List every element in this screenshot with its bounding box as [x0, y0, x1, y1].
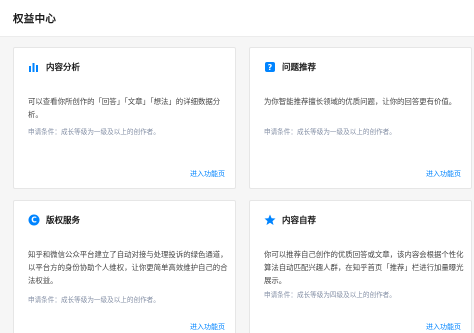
question-icon: ?: [264, 61, 276, 73]
card-title: 内容自荐: [282, 216, 317, 226]
bar-chart-icon: [28, 61, 40, 73]
header-bar: 权益中心: [0, 0, 474, 37]
card-description: 你可以推荐自己创作的优质回答或文章，该内容会根据个性化算法自动匹配兴趣人群，在知…: [264, 250, 464, 285]
star-icon: [264, 214, 276, 226]
card-condition: 申请条件：成长等级为四级及以上的创作者。: [264, 291, 396, 299]
card-description: 为你智能推荐擅长领域的优质问题，让你的回答更有价值。: [264, 97, 457, 106]
enter-feature-link[interactable]: 进入功能页: [190, 322, 225, 332]
card-question-recommend: ? 问题推荐 为你智能推荐擅长领域的优质问题，让你的回答更有价值。 申请条件：成…: [249, 47, 472, 189]
card-title: 问题推荐: [282, 63, 317, 73]
card-header: C 版权服务: [28, 213, 80, 227]
card-description: 可以查看你所创作的「回答」「文章」「想法」的详细数据分析。: [28, 97, 221, 119]
page-title: 权益中心: [13, 13, 57, 25]
card-title: 内容分析: [46, 63, 81, 73]
card-header: 内容自荐: [264, 213, 316, 227]
card-content-analysis: 内容分析 可以查看你所创作的「回答」「文章」「想法」的详细数据分析。 申请条件：…: [13, 47, 236, 189]
card-condition: 申请条件：成长等级为一级及以上的创作者。: [264, 128, 396, 136]
card-header: 内容分析: [28, 60, 80, 74]
card-copyright-service: C 版权服务 知乎和微信公众平台建立了自动对接与处理投诉的绿色通道，以平台方的身…: [13, 200, 236, 333]
enter-feature-link[interactable]: 进入功能页: [426, 322, 461, 332]
svg-text:C: C: [31, 216, 37, 225]
card-description: 知乎和微信公众平台建立了自动对接与处理投诉的绿色通道，以平台方的身份协助个人维权…: [28, 250, 228, 285]
card-title: 版权服务: [46, 216, 81, 226]
copyright-icon: C: [28, 214, 40, 226]
page: 权益中心 内容分析 可以查看你所创作的「回答」「文章」「想法」的详细数据分析。 …: [0, 0, 474, 333]
svg-text:?: ?: [268, 63, 273, 72]
card-condition: 申请条件：成长等级为一级及以上的创作者。: [28, 128, 160, 136]
card-content-self-recommend: 内容自荐 你可以推荐自己创作的优质回答或文章，该内容会根据个性化算法自动匹配兴趣…: [249, 200, 472, 333]
card-condition: 申请条件：成长等级为一级及以上的创作者。: [28, 296, 160, 304]
enter-feature-link[interactable]: 进入功能页: [190, 169, 225, 179]
enter-feature-link[interactable]: 进入功能页: [426, 169, 461, 179]
card-header: ? 问题推荐: [264, 60, 316, 74]
